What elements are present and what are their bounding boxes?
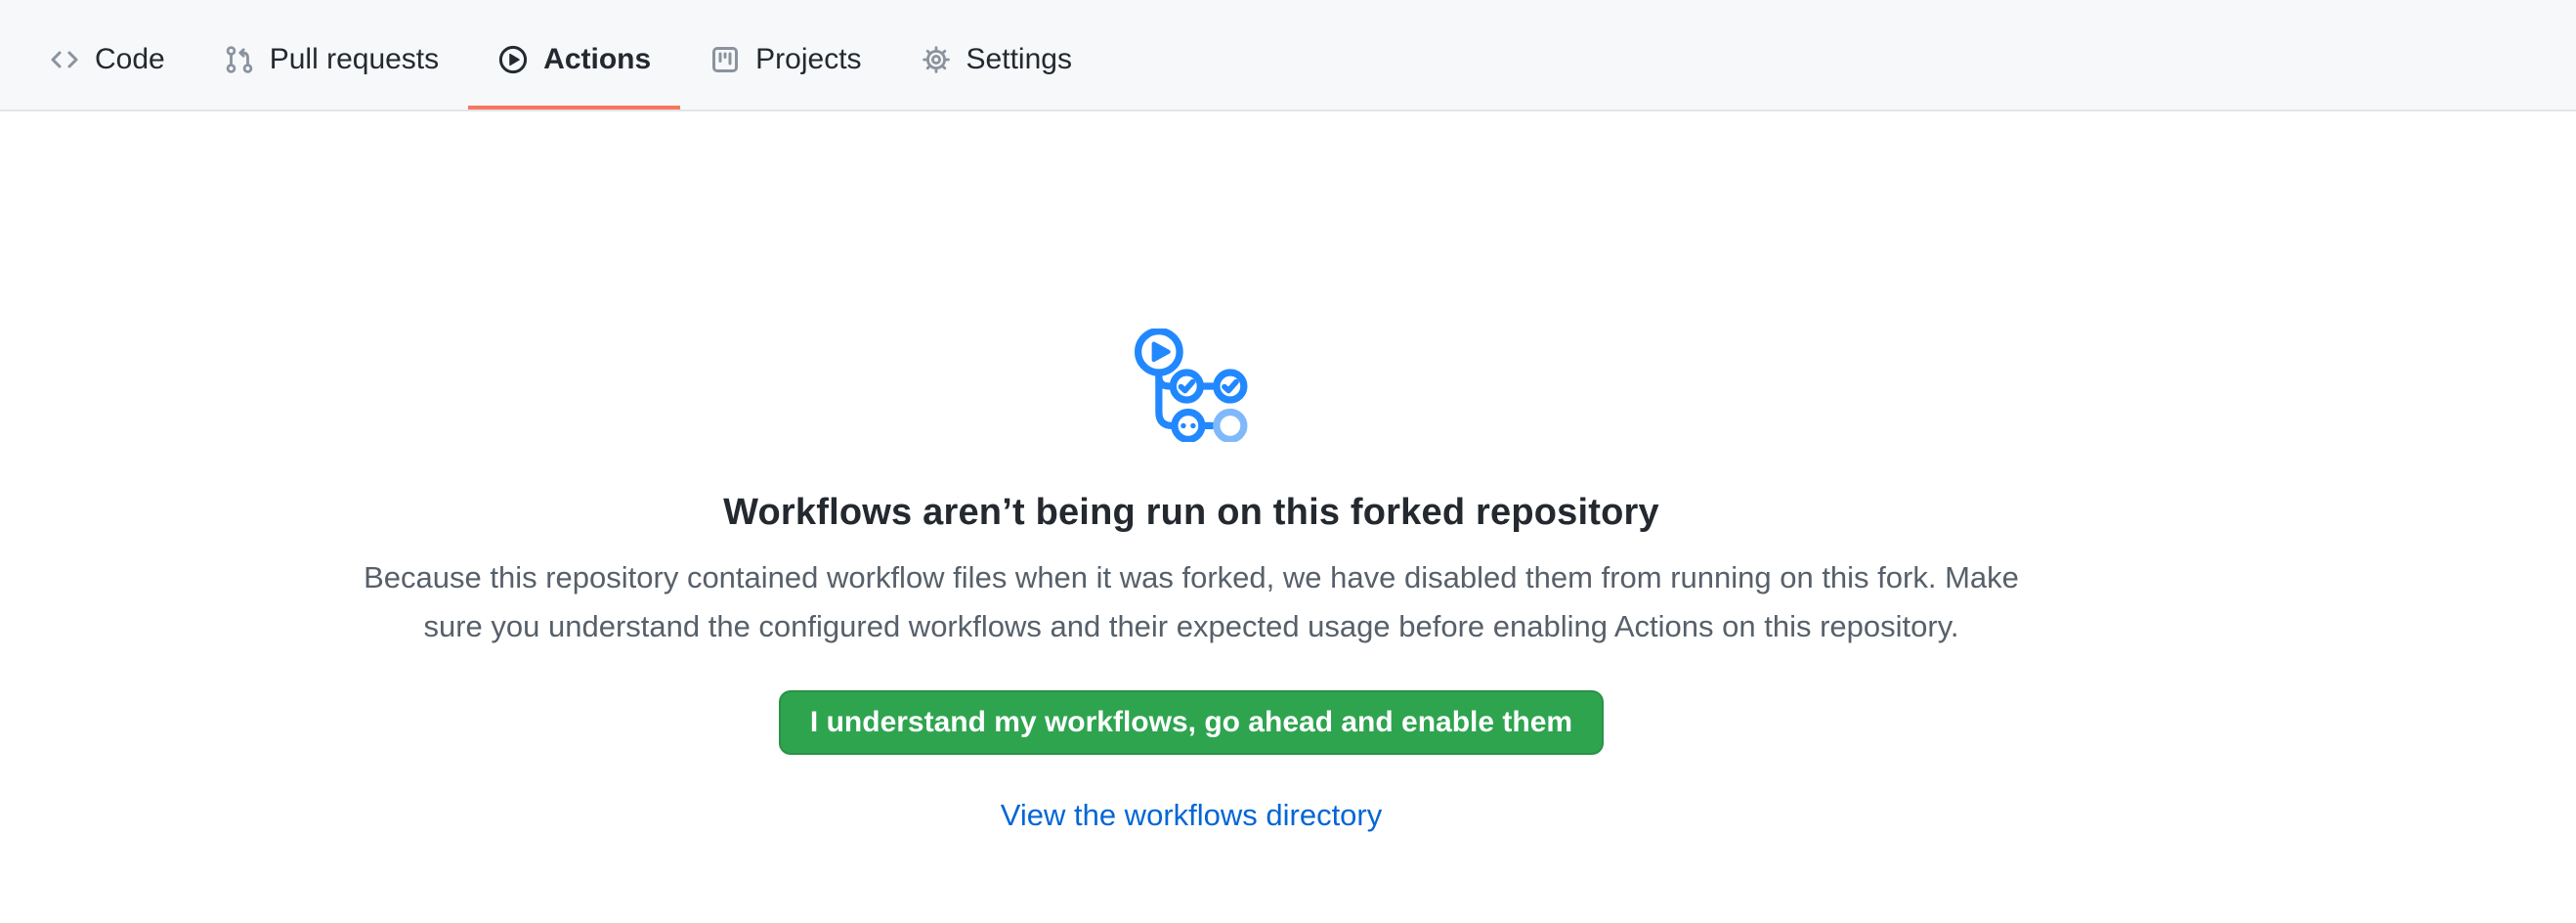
workflow-graph-icon bbox=[361, 329, 2022, 447]
tab-label: Pull requests bbox=[270, 43, 439, 76]
gear-icon bbox=[921, 44, 952, 75]
tab-label: Actions bbox=[543, 43, 651, 76]
tab-label: Settings bbox=[966, 43, 1072, 76]
code-icon bbox=[49, 44, 80, 75]
description-line-1: Because this repository contained workfl… bbox=[361, 553, 2022, 602]
description-line-2: sure you understand the configured workf… bbox=[361, 602, 2022, 651]
view-workflows-directory-link[interactable]: View the workflows directory bbox=[1001, 798, 1383, 832]
tab-code[interactable]: Code bbox=[20, 14, 194, 110]
tab-actions[interactable]: Actions bbox=[468, 14, 680, 110]
tab-label: Code bbox=[95, 43, 165, 76]
tab-label: Projects bbox=[755, 43, 861, 76]
project-board-icon bbox=[709, 44, 741, 75]
play-circle-icon bbox=[497, 44, 529, 75]
repo-tab-bar: Code Pull requests Actions bbox=[0, 0, 2576, 111]
pull-request-icon bbox=[224, 44, 255, 75]
tab-projects[interactable]: Projects bbox=[680, 14, 890, 110]
tab-settings[interactable]: Settings bbox=[891, 14, 1101, 110]
description-text: Because this repository contained workfl… bbox=[361, 553, 2022, 651]
actions-disabled-panel: Workflows aren’t being run on this forke… bbox=[0, 111, 2576, 833]
tab-pull-requests[interactable]: Pull requests bbox=[194, 14, 468, 110]
page-title: Workflows aren’t being run on this forke… bbox=[361, 492, 2022, 534]
enable-workflows-button[interactable]: I understand my workflows, go ahead and … bbox=[779, 690, 1604, 755]
